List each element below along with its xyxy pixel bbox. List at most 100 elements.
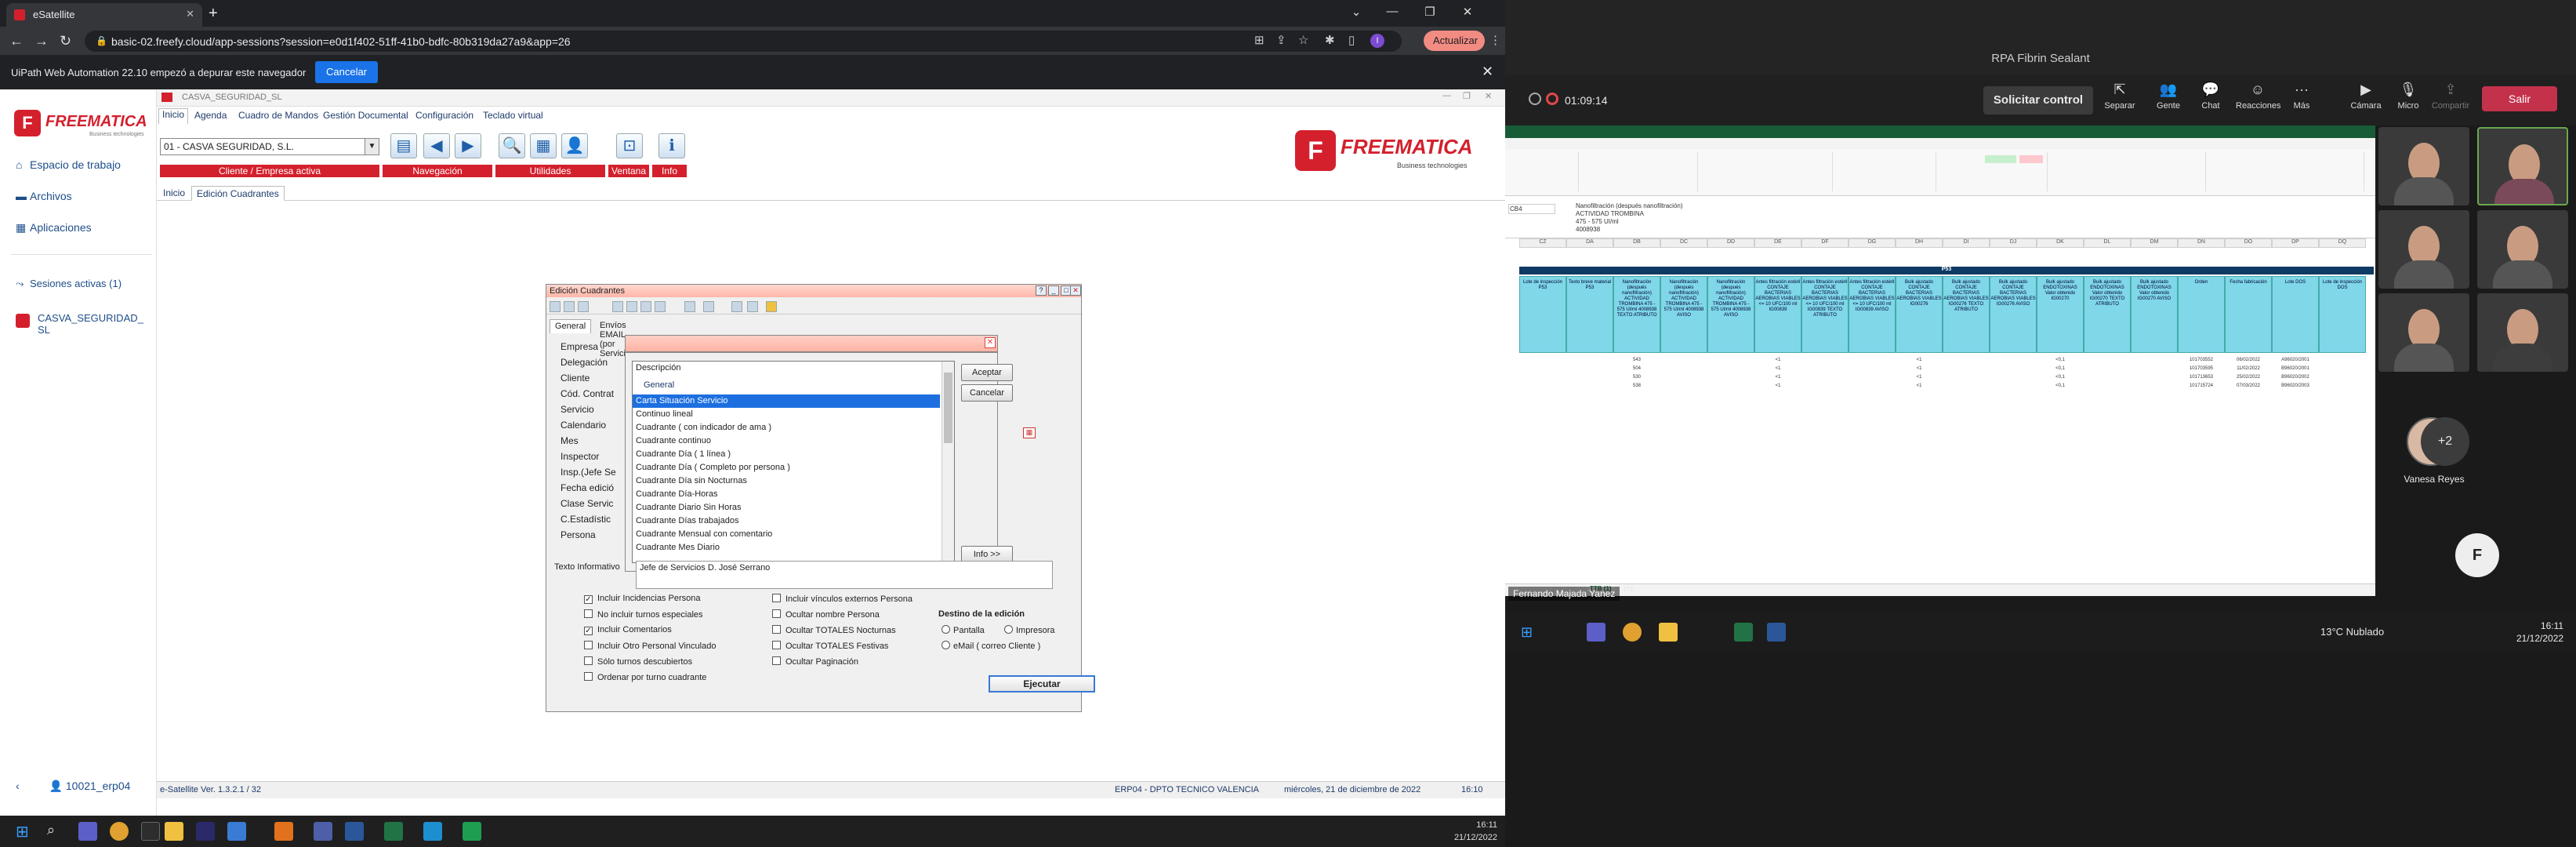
header-cell[interactable]: Lote de inspección DOS [2319, 276, 2366, 353]
menu-teclado-virtual[interactable]: Teclado virtual [483, 110, 543, 121]
sidebar-item-files[interactable]: ▬ Archivos [16, 190, 72, 202]
report-list[interactable]: Descripción General Carta Situación Serv… [632, 361, 955, 563]
table-cell[interactable] [1660, 375, 1707, 383]
window-icon[interactable]: ⊡ [616, 133, 643, 158]
sidebar-sessions[interactable]: ⤳ Sesiones activas (1) [16, 278, 122, 290]
shield-icon[interactable] [1529, 93, 1541, 105]
table-cell[interactable] [1519, 375, 1566, 383]
extensions-icon[interactable]: ✱ [1325, 33, 1335, 47]
video-tile[interactable] [2477, 127, 2568, 205]
table-cell[interactable]: 101715724 [2178, 384, 2225, 391]
column-header[interactable]: DD [1707, 238, 1754, 248]
table-cell[interactable] [1566, 384, 1613, 391]
header-cell[interactable]: Bulk ajustado CONTAJE BACTERIAS AEROBIAS… [1990, 276, 2037, 353]
chevron-down-icon[interactable]: ▼ [365, 139, 379, 154]
column-header[interactable]: DJ [1990, 238, 2037, 248]
list-item[interactable]: Cuadrante Día sin Nocturnas [633, 474, 940, 488]
collapse-icon[interactable]: ‹ [16, 780, 20, 792]
table-cell[interactable] [1566, 358, 1613, 365]
next-icon[interactable] [640, 301, 651, 312]
check-otro-personal[interactable]: Incluir Otro Personal Vinculado [584, 641, 716, 651]
table-cell[interactable] [1849, 358, 1896, 365]
table-cell[interactable]: <0,1 [2037, 358, 2084, 365]
teams-icon[interactable] [78, 822, 97, 841]
profile-avatar[interactable]: I [1370, 34, 1384, 48]
table-cell[interactable]: <0,1 [2037, 366, 2084, 374]
column-header[interactable]: DF [1801, 238, 1849, 248]
back-icon[interactable]: ← [9, 33, 24, 49]
checkbox[interactable] [584, 609, 593, 618]
prev-icon[interactable] [626, 301, 637, 312]
menu-cuadro-mandos[interactable]: Cuadro de Mandos [238, 110, 318, 121]
table-cell[interactable] [1801, 375, 1849, 383]
report-picker-close-icon[interactable]: ✕ [985, 337, 996, 348]
app2-icon[interactable] [227, 822, 246, 841]
table-cell[interactable]: B96020/2001 [2272, 366, 2319, 374]
users-icon[interactable]: 👤 [561, 133, 588, 158]
checkbox[interactable] [772, 594, 781, 602]
table-cell[interactable] [1519, 358, 1566, 365]
table-cell[interactable] [1849, 375, 1896, 383]
video-tile[interactable] [2378, 293, 2469, 372]
table-cell[interactable]: 06/02/2022 [2225, 358, 2272, 365]
list-item[interactable]: Cuadrante Mes Diario [633, 541, 940, 554]
refresh-icon[interactable] [703, 301, 714, 312]
list-item[interactable]: Cuadrante ( con indicador de ama ) [633, 421, 940, 434]
column-header[interactable]: DP [2272, 238, 2319, 248]
update-button[interactable]: Actualizar [1424, 31, 1485, 51]
checkbox[interactable] [772, 625, 781, 634]
checkbox[interactable] [584, 641, 593, 649]
table-cell[interactable]: <1 [1896, 375, 1943, 383]
sidebar-item-workspace[interactable]: ⌂ Espacio de trabajo [16, 158, 121, 171]
table-cell[interactable]: A96020/2001 [2272, 358, 2319, 365]
header-cell[interactable]: Fecha fabricación [2225, 276, 2272, 353]
checkbox[interactable] [584, 672, 593, 681]
table-cell[interactable]: B96020/2003 [2272, 384, 2319, 391]
menu-inicio[interactable]: Inicio [158, 108, 189, 124]
forward-icon[interactable]: → [34, 33, 49, 49]
table-cell[interactable] [1849, 384, 1896, 391]
word-icon[interactable] [345, 822, 364, 841]
header-cell[interactable]: Nanofiltración (después nanofiltración) … [1613, 276, 1660, 353]
table-cell[interactable] [2084, 358, 2131, 365]
window-list-icon[interactable]: ▤ [390, 133, 417, 158]
participant-vanesa[interactable]: Vanesa Reyes [2375, 408, 2576, 494]
last-icon[interactable] [655, 301, 666, 312]
table-cell[interactable]: <1 [1754, 375, 1801, 383]
camera-button[interactable]: ▶ Cámara [2344, 82, 2388, 111]
header-cell[interactable]: Nanofiltración (después nanofiltración) … [1707, 276, 1754, 353]
sheet-tab[interactable]: TTE [1623, 586, 1634, 593]
header-cell[interactable]: Bulk ajustado CONTAJE BACTERIAS AEROBIAS… [1896, 276, 1943, 353]
install-icon[interactable]: ⊞ [1254, 33, 1264, 47]
first-icon[interactable] [612, 301, 623, 312]
delete-icon[interactable] [684, 301, 695, 312]
app4-icon[interactable] [314, 822, 332, 841]
column-header[interactable]: DQ [2319, 238, 2366, 248]
header-cell[interactable]: Bulk ajustado ENDOTOXINAS Valor obtenido… [2131, 276, 2178, 353]
check-ocultar-nombre[interactable]: Ocultar nombre Persona [772, 609, 880, 620]
table-cell[interactable]: 101703595 [2178, 366, 2225, 374]
list-item[interactable]: Cuadrante Día-Horas [633, 488, 940, 501]
close-tab-icon[interactable]: ✕ [186, 8, 194, 20]
table-cell[interactable] [1519, 366, 1566, 374]
table-cell[interactable] [2131, 384, 2178, 391]
table-cell[interactable] [2319, 384, 2366, 391]
table-cell[interactable] [2084, 375, 2131, 383]
sidebar-item-apps[interactable]: ▦ Aplicaciones [16, 221, 92, 234]
table-cell[interactable] [1943, 358, 1990, 365]
dialog-close-icon[interactable]: ✕ [1070, 285, 1081, 296]
table-cell[interactable] [1943, 366, 1990, 374]
request-control-button[interactable]: Solicitar control [1983, 86, 2093, 115]
column-header[interactable]: DC [1660, 238, 1707, 248]
app-minimize-icon[interactable]: — [1442, 91, 1451, 100]
forward-arrow-icon[interactable]: ▶ [455, 133, 481, 158]
video-tile[interactable] [2378, 127, 2469, 205]
check-incidencias[interactable]: ✓ Incluir Incidencias Persona [584, 594, 700, 604]
table-cell[interactable] [1660, 384, 1707, 391]
info-icon[interactable]: ℹ [659, 133, 685, 158]
table-cell[interactable] [2084, 384, 2131, 391]
header-cell[interactable]: Antes filtración estéril CONTAJE BACTERI… [1754, 276, 1801, 353]
table-cell[interactable] [1707, 358, 1754, 365]
checkbox[interactable] [772, 609, 781, 618]
separate-button[interactable]: ⇱ Separar [2098, 82, 2142, 111]
